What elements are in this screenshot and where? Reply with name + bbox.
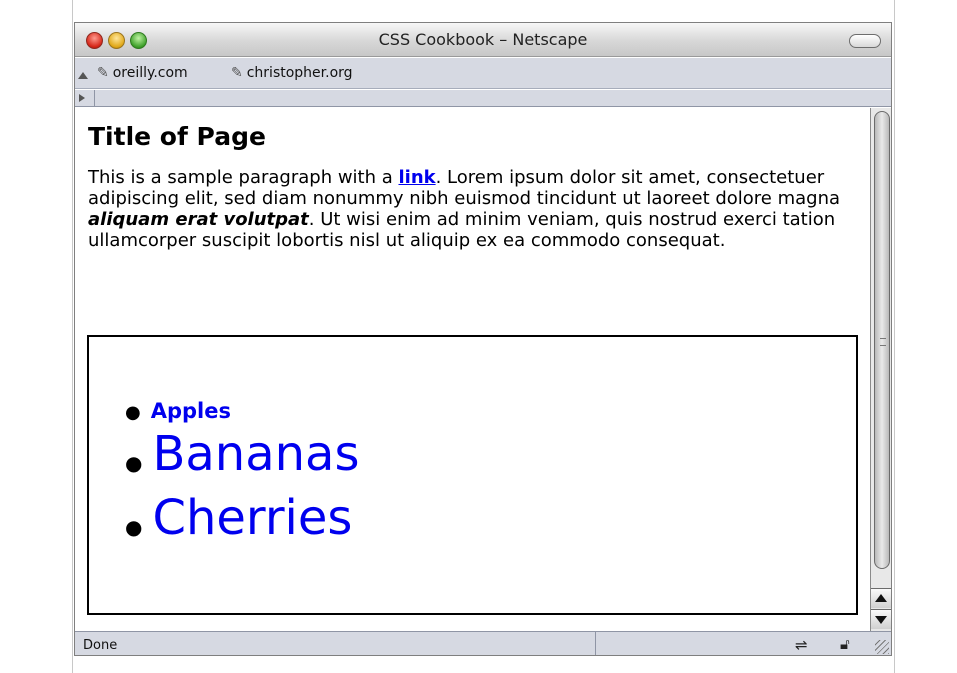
- sidebar-toggle-strip: [75, 90, 891, 107]
- emphasized-text: aliquam erat volutpat: [88, 209, 309, 230]
- bookmark-icon: ✎: [231, 65, 243, 81]
- bookmark-oreilly[interactable]: ✎ oreilly.com: [97, 65, 188, 81]
- bullet-icon: ●: [125, 515, 143, 539]
- list-item-label: Apples: [150, 399, 231, 423]
- scroll-thumb[interactable]: [874, 111, 890, 569]
- bookmarks-toolbar: ✎ oreilly.com ✎ christopher.org: [75, 58, 891, 89]
- bullet-icon: ●: [125, 402, 141, 423]
- fruit-list-box: ● Apples ● Bananas ● Cherries: [87, 335, 858, 615]
- arrow-up-icon: [875, 594, 887, 602]
- status-text: Done: [83, 638, 118, 653]
- lock-icon[interactable]: 🔓︎: [840, 635, 850, 653]
- expand-sidebar-icon[interactable]: [79, 94, 85, 102]
- scroll-up-button[interactable]: [871, 588, 891, 608]
- list-item: ● Bananas: [125, 427, 359, 491]
- divider: [595, 632, 596, 655]
- connection-icon[interactable]: ⇌: [795, 636, 808, 654]
- divider: [94, 90, 95, 107]
- status-bar: Done ⇌ 🔓︎: [75, 631, 891, 655]
- grip-icon: [880, 338, 886, 346]
- paragraph-link[interactable]: link: [398, 167, 435, 188]
- resize-grip-icon[interactable]: [875, 640, 889, 654]
- page-title: Title of Page: [88, 122, 266, 151]
- bookmark-label: christopher.org: [246, 65, 353, 81]
- list-item: ● Cherries: [125, 491, 359, 555]
- collapse-toolbar-icon[interactable]: [78, 72, 88, 79]
- title-bar[interactable]: CSS Cookbook – Netscape: [75, 23, 891, 57]
- paragraph-text: This is a sample paragraph with a: [88, 167, 399, 188]
- bookmark-label: oreilly.com: [112, 65, 188, 81]
- browser-window: CSS Cookbook – Netscape ✎ oreilly.com ✎ …: [74, 22, 892, 656]
- bookmark-christopher[interactable]: ✎ christopher.org: [231, 65, 353, 81]
- fruit-list: ● Apples ● Bananas ● Cherries: [125, 397, 359, 555]
- vertical-scrollbar[interactable]: [870, 108, 891, 631]
- list-item-label: Bananas: [152, 426, 360, 482]
- list-item: ● Apples: [125, 397, 359, 427]
- window-title: CSS Cookbook – Netscape: [378, 30, 588, 49]
- page-content: Title of Page This is a sample paragraph…: [75, 108, 870, 631]
- list-item-label: Cherries: [152, 490, 353, 546]
- sample-paragraph: This is a sample paragraph with a link. …: [88, 167, 858, 251]
- toolbar-toggle-button[interactable]: [849, 34, 881, 48]
- bullet-icon: ●: [125, 451, 143, 475]
- arrow-down-icon: [875, 616, 887, 624]
- scroll-down-button[interactable]: [871, 609, 891, 629]
- bookmark-icon: ✎: [97, 65, 109, 81]
